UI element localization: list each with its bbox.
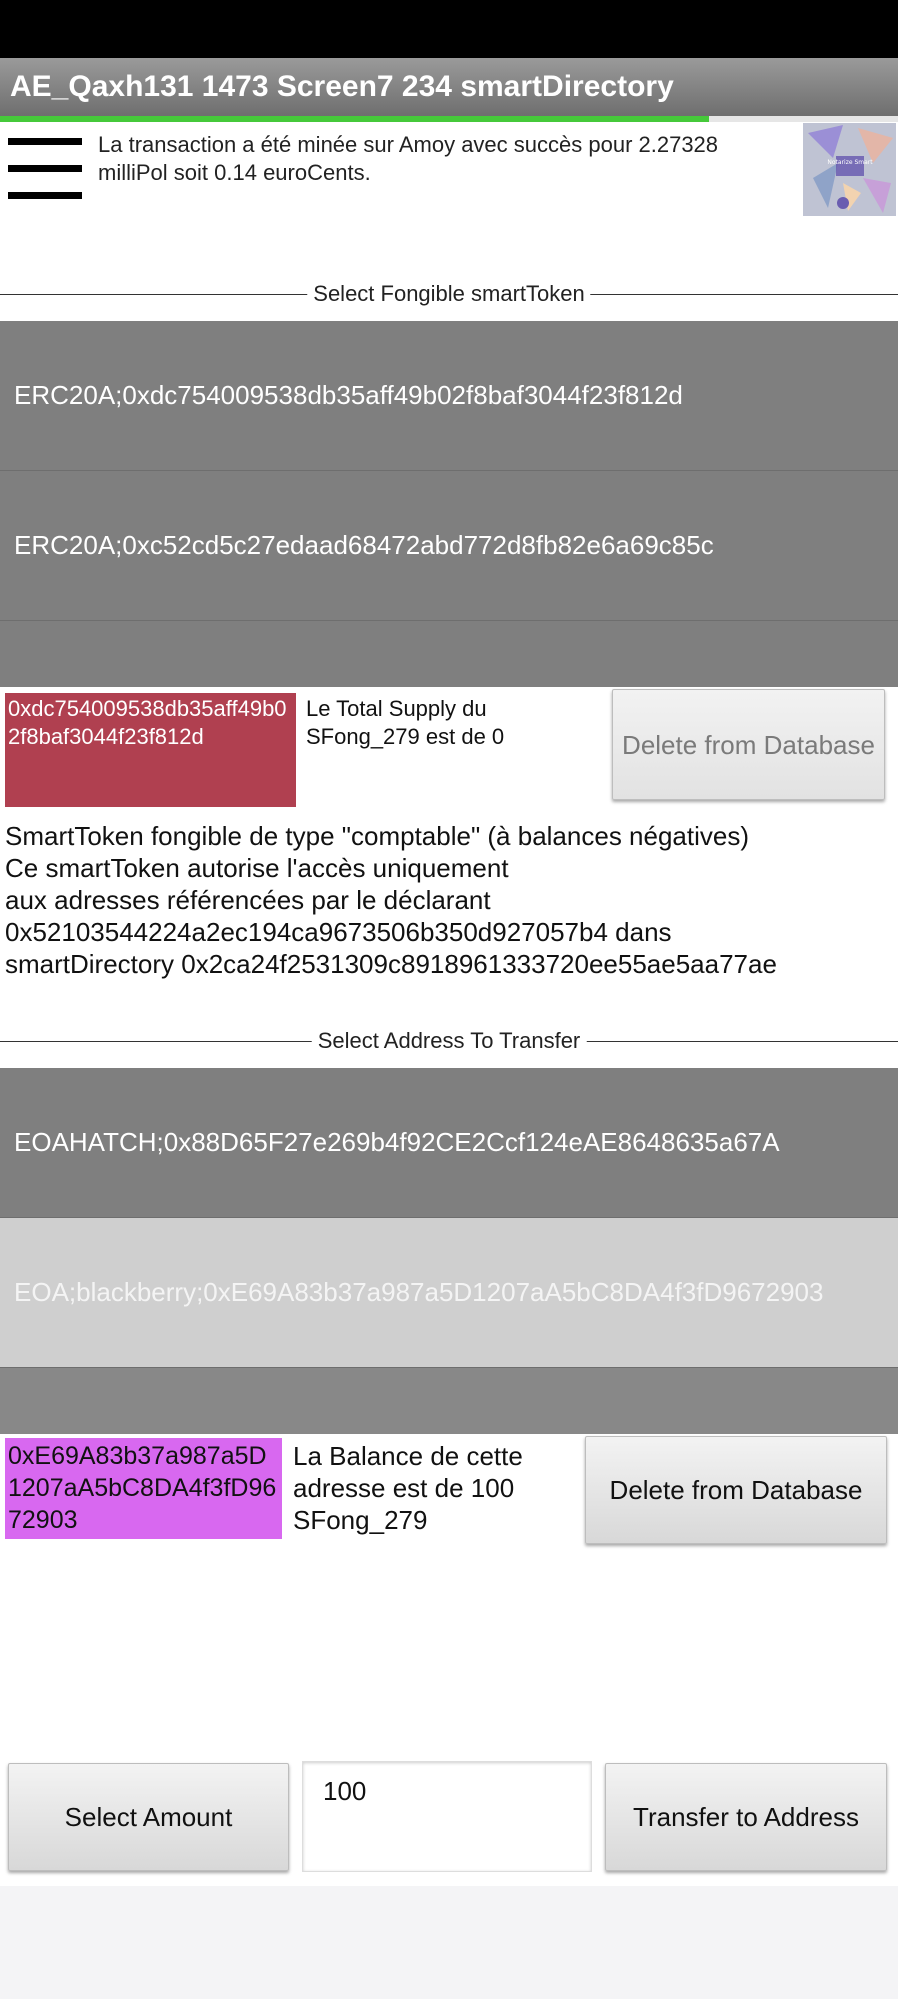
description-line: aux adresses référencées par le déclaran… [5,885,491,915]
select-amount-button[interactable]: Select Amount [8,1763,289,1871]
address-list-item-partial[interactable] [0,1368,898,1434]
token-list-item[interactable]: ERC20A;0xdc754009538db35aff49b02f8baf304… [0,321,898,471]
transfer-to-address-button[interactable]: Transfer to Address [605,1763,887,1871]
hamburger-menu-icon[interactable] [8,134,84,204]
token-list[interactable]: ERC20A;0xdc754009538db35aff49b02f8baf304… [0,321,898,687]
title-bar: AE_Qaxh131 1473 Screen7 234 smartDirecto… [0,58,898,118]
app-logo-thumbnail: Notarize Smart [803,123,896,216]
selected-token-address: 0xdc754009538db35aff49b02f8baf3044f23f81… [5,693,296,807]
delete-token-button[interactable]: Delete from Database [612,689,885,800]
description-line: SmartToken fongible de type "comptable" … [5,821,749,851]
address-section-title: Select Address To Transfer [0,1026,898,1056]
description-line: 0x52103544224a2ec194ca9673506b350d927057… [5,917,672,947]
token-section-title: Select Fongible smartToken [0,279,898,309]
selected-transfer-address: 0xE69A83b37a987a5D1207aA5bC8DA4f3fD96729… [5,1438,282,1539]
transaction-notice: La transaction a été minée sur Amoy avec… [98,132,719,185]
app-title: AE_Qaxh131 1473 Screen7 234 smartDirecto… [10,70,674,103]
description-line: smartDirectory 0x2ca24f2531309c891896133… [5,949,777,979]
thumbnail-text: Notarize Smart [827,159,873,166]
address-list-item[interactable]: EOAHATCH;0x88D65F27e269b4f92CE2Ccf124eAE… [0,1068,898,1218]
delete-address-button[interactable]: Delete from Database [585,1436,887,1544]
token-description: SmartToken fongible de type "comptable" … [5,820,895,980]
total-supply-text: Le Total Supply du SFong_279 est de 0 [306,696,505,749]
status-bar [0,0,898,58]
main-content: La transaction a été minée sur Amoy avec… [0,122,898,1886]
token-list-item[interactable]: ERC20A;0xc52cd5c27edaad68472abd772d8fb82… [0,471,898,621]
amount-input[interactable]: 100 [302,1761,592,1872]
balance-text: La Balance de cette adresse est de 100 S… [293,1441,523,1535]
token-list-item-partial[interactable] [0,621,898,687]
address-list-item-selected[interactable]: EOA;blackberry;0xE69A83b37a987a5D1207aA5… [0,1218,898,1368]
address-list[interactable]: EOAHATCH;0x88D65F27e269b4f92CE2Ccf124eAE… [0,1068,898,1434]
description-line: Ce smartToken autorise l'accès uniquemen… [5,853,509,883]
